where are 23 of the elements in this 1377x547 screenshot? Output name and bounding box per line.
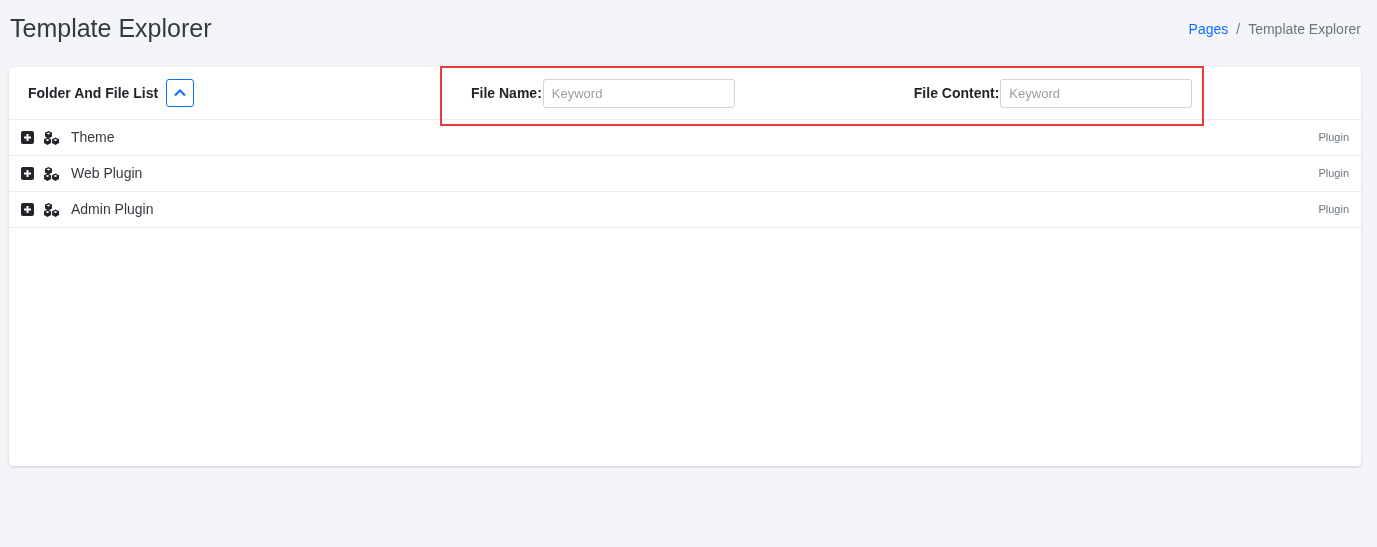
search-field[interactable]: Keyword xyxy=(1000,78,1193,108)
item-type: Plugin xyxy=(1318,202,1349,218)
panel-title: Folder And File List xyxy=(28,83,159,103)
collapse-button[interactable] xyxy=(166,79,195,107)
cubes-icon xyxy=(44,130,60,145)
tree-item-label[interactable]: Admin Plugin xyxy=(71,199,154,220)
filter-label: File Name: xyxy=(471,83,542,103)
page-title: Template Explorer xyxy=(10,13,212,45)
filter-label: File Content: xyxy=(913,83,1000,103)
search-field[interactable]: Keyword xyxy=(542,78,735,108)
tree-item-label[interactable]: Web Plugin xyxy=(71,163,143,184)
plus-square-icon[interactable] xyxy=(21,203,34,216)
plus-square-icon[interactable] xyxy=(21,131,34,144)
chevron-up-icon xyxy=(174,89,187,97)
cubes-icon xyxy=(44,202,60,217)
plus-square-icon[interactable] xyxy=(21,167,34,180)
breadcrumb-current: Template Explorer xyxy=(1248,19,1361,39)
breadcrumb-link[interactable]: Pages xyxy=(1188,18,1229,40)
item-type: Plugin xyxy=(1318,130,1349,146)
cubes-icon xyxy=(44,166,60,181)
breadcrumb-separator: / xyxy=(1236,19,1241,39)
item-type: Plugin xyxy=(1318,166,1349,182)
tree-item-label[interactable]: Theme xyxy=(71,127,115,148)
